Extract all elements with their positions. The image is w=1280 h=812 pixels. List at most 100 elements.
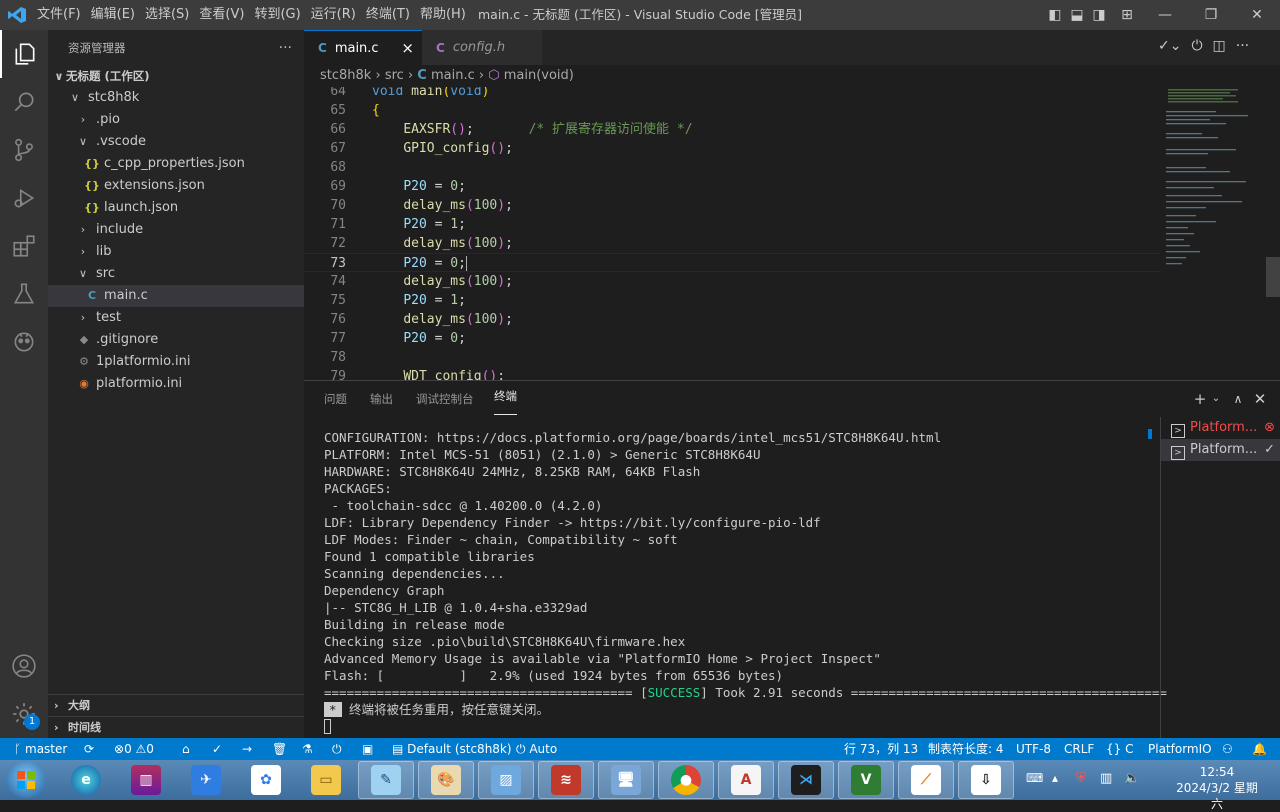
port-switcher[interactable]: ⏻ Auto xyxy=(516,738,557,760)
restore-button[interactable]: ❐ xyxy=(1188,0,1234,30)
testing-flask-icon[interactable] xyxy=(0,270,48,318)
breadcrumb-file[interactable]: main.c xyxy=(431,68,475,83)
tree-folder-pio[interactable]: › .pio xyxy=(48,109,304,131)
check-icon[interactable]: ✓⌄ xyxy=(1158,38,1181,54)
close-panel-icon[interactable]: ✕ xyxy=(1250,389,1270,409)
tree-file-launch[interactable]: {} launch.json xyxy=(48,197,304,219)
pio-upload-icon[interactable]: → xyxy=(242,738,252,760)
more-actions-icon[interactable]: ··· xyxy=(1236,38,1249,54)
menu-selection[interactable]: 选择(S) xyxy=(140,0,194,30)
language-mode[interactable]: {} C xyxy=(1106,738,1133,760)
taskbar-paint-icon[interactable]: 🎨 xyxy=(418,761,474,799)
sync-icon[interactable]: ⟳ xyxy=(84,738,94,760)
taskbar-edge-icon[interactable]: e xyxy=(58,761,114,799)
taskbar-notepad-icon[interactable]: ✎ xyxy=(358,761,414,799)
tree-folder-vscode[interactable]: ∨ .vscode xyxy=(48,131,304,153)
timeline-section[interactable]: › 时间线 xyxy=(48,716,304,738)
tree-folder-include[interactable]: › include xyxy=(48,219,304,241)
taskbar-serial-tool-icon[interactable]: ⟋ xyxy=(898,761,954,799)
tree-folder-lib[interactable]: › lib xyxy=(48,241,304,263)
tab-terminal[interactable]: 终端 xyxy=(494,385,517,415)
menu-edit[interactable]: 编辑(E) xyxy=(86,0,140,30)
taskbar-chrome-icon[interactable]: ● xyxy=(658,761,714,799)
encoding-status[interactable]: UTF-8 xyxy=(1016,738,1051,760)
tree-folder-src[interactable]: ∨ src xyxy=(48,263,304,285)
search-icon[interactable] xyxy=(0,78,48,126)
menu-run[interactable]: 运行(R) xyxy=(306,0,361,30)
manage-gear-icon[interactable]: 1 xyxy=(0,690,48,738)
tree-folder-test[interactable]: › test xyxy=(48,307,304,329)
feedback-icon[interactable]: ⚇ xyxy=(1222,738,1233,760)
tab-debug-console[interactable]: 调试控制台 xyxy=(416,381,474,417)
tab-main-c[interactable]: C main.c × xyxy=(304,30,422,65)
editor-scrollbar[interactable] xyxy=(1266,257,1280,297)
menu-terminal[interactable]: 终端(T) xyxy=(361,0,415,30)
tree-file-extensions[interactable]: {} extensions.json xyxy=(48,175,304,197)
platformio-icon[interactable] xyxy=(0,318,48,366)
volume-icon[interactable]: 🔈 xyxy=(1124,771,1140,786)
pio-terminal-icon[interactable]: ▣ xyxy=(362,738,373,760)
menu-file[interactable]: 文件(F) xyxy=(32,0,86,30)
breadcrumb-function[interactable]: main(void) xyxy=(504,68,574,83)
terminal-instance-1[interactable]: > Platform... ⊗ xyxy=(1161,417,1280,439)
minimap[interactable] xyxy=(1164,87,1264,380)
source-control-icon[interactable] xyxy=(0,126,48,174)
toggle-secondary-sidebar-icon[interactable]: ◨ xyxy=(1088,7,1110,23)
tree-folder-stc8h8k[interactable]: ∨ stc8h8k xyxy=(48,87,304,109)
split-editor-icon[interactable]: ◫ xyxy=(1213,38,1226,54)
breadcrumb-src[interactable]: src xyxy=(385,68,404,83)
taskbar-doc-viewer-icon[interactable]: A xyxy=(718,761,774,799)
pio-monitor-icon[interactable]: ⏻ xyxy=(332,738,342,760)
toggle-primary-sidebar-icon[interactable]: ◧ xyxy=(1044,7,1066,23)
tree-file-1platformio-ini[interactable]: ⚙ 1platformio.ini xyxy=(48,351,304,373)
tab-output[interactable]: 输出 xyxy=(370,381,393,417)
taskbar-clock[interactable]: 12:54 2024/3/2 星期六 xyxy=(1172,764,1262,812)
minimize-button[interactable]: — xyxy=(1142,0,1188,30)
taskbar-stc-isp-icon[interactable]: ≋ xyxy=(538,761,594,799)
tree-file-c-cpp-properties[interactable]: {} c_cpp_properties.json xyxy=(48,153,304,175)
plug-icon[interactable]: ⏻ xyxy=(1191,38,1202,54)
menu-view[interactable]: 查看(V) xyxy=(194,0,249,30)
platformio-status[interactable]: PlatformIO xyxy=(1148,738,1212,760)
more-actions-icon[interactable]: ··· xyxy=(279,40,292,56)
tree-file-platformio-ini[interactable]: ◉ platformio.ini xyxy=(48,373,304,395)
notifications-bell-icon[interactable]: 🔔 xyxy=(1252,738,1267,760)
menu-go[interactable]: 转到(G) xyxy=(249,0,305,30)
indentation-status[interactable]: 制表符长度: 4 xyxy=(928,738,1004,760)
tray-expand-icon[interactable]: ▴ xyxy=(1052,771,1058,785)
taskbar-vscode-icon[interactable]: ⋊ xyxy=(778,761,834,799)
maximize-panel-icon[interactable]: ∧ xyxy=(1228,389,1248,409)
pio-home-icon[interactable]: ⌂ xyxy=(182,738,190,760)
account-icon[interactable] xyxy=(0,642,48,690)
security-tray-icon[interactable]: ⛨ xyxy=(1076,771,1086,786)
env-switcher[interactable]: ▤ Default (stc8h8k) xyxy=(392,738,512,760)
taskbar-downloader-icon[interactable]: ⇩ xyxy=(958,761,1014,799)
network-icon[interactable]: ▥ xyxy=(1100,771,1112,786)
tab-problems[interactable]: 问题 xyxy=(324,381,347,417)
taskbar-baidu-netdisk-icon[interactable]: ✿ xyxy=(238,761,294,799)
taskbar-winrar-icon[interactable]: ▥ xyxy=(118,761,174,799)
taskbar-computer-icon[interactable]: 🖥 xyxy=(598,761,654,799)
taskbar-feishu-icon[interactable]: ✈ xyxy=(178,761,234,799)
cursor-position[interactable]: 行 73，列 13 xyxy=(844,738,918,760)
terminal-output[interactable]: CONFIGURATION: https://docs.platformio.o… xyxy=(324,429,1167,739)
taskbar-file-explorer-icon[interactable]: ▭ xyxy=(298,761,354,799)
menu-help[interactable]: 帮助(H) xyxy=(415,0,471,30)
extensions-icon[interactable] xyxy=(0,222,48,270)
taskbar-image-viewer-icon[interactable]: ▨ xyxy=(478,761,534,799)
pio-clean-icon[interactable]: 🗑 xyxy=(272,738,287,760)
explorer-icon[interactable] xyxy=(0,30,48,78)
tree-file-main-c[interactable]: Cmain.c xyxy=(48,285,304,307)
run-debug-icon[interactable] xyxy=(0,174,48,222)
pio-test-icon[interactable]: ⚗ xyxy=(302,738,313,760)
workspace-root[interactable]: ∨ 无标题 (工作区) xyxy=(48,65,304,87)
close-window-button[interactable]: ✕ xyxy=(1234,0,1280,30)
start-button[interactable] xyxy=(6,762,46,798)
pio-build-icon[interactable]: ✓ xyxy=(212,738,222,760)
problems-status[interactable]: ⊗0 ⚠0 xyxy=(114,738,154,760)
breadcrumb-folder[interactable]: stc8h8k xyxy=(320,68,371,83)
terminal-instance-2[interactable]: > Platform... ✓ xyxy=(1161,439,1280,461)
eol-status[interactable]: CRLF xyxy=(1064,738,1094,760)
customize-layout-icon[interactable]: ⊞ xyxy=(1116,7,1138,23)
outline-section[interactable]: › 大纲 xyxy=(48,694,304,716)
